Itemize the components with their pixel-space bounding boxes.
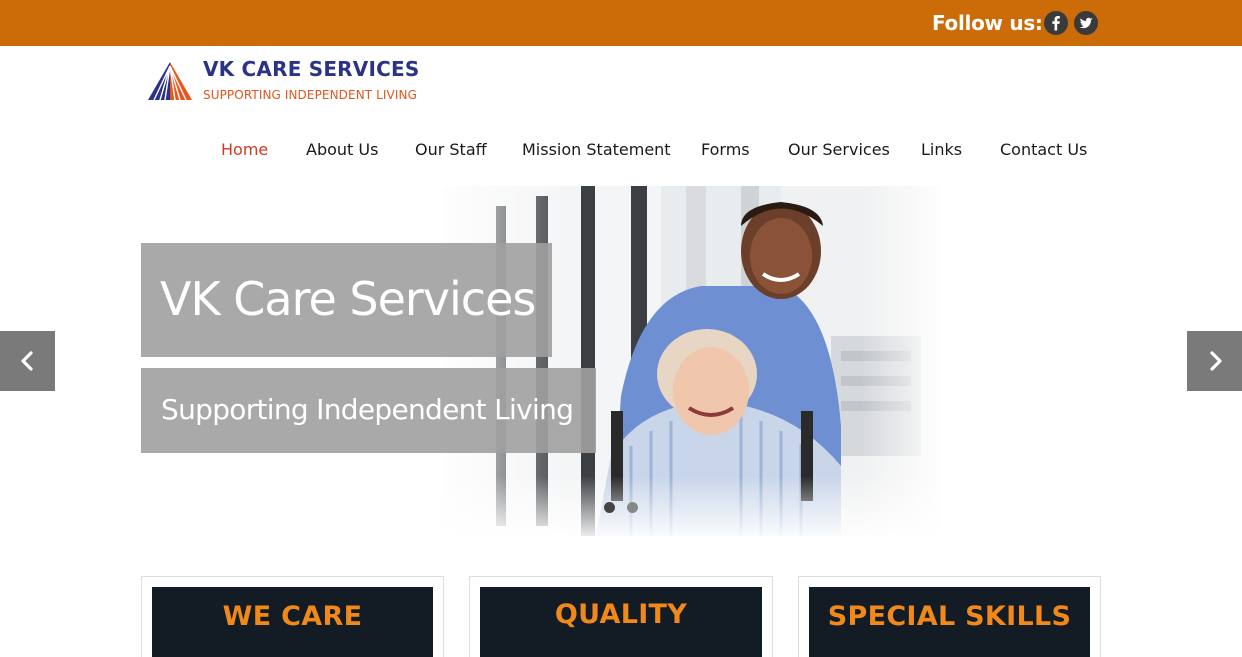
slide-indicator-2[interactable] [627,502,638,513]
slide-title: VK Care Services [160,272,536,326]
chevron-right-icon [1210,351,1222,371]
feature-banner: WE CARE [152,587,433,657]
nav-our-staff[interactable]: Our Staff [415,140,487,159]
nav-mission-statement[interactable]: Mission Statement [522,140,671,159]
top-bar: Follow us: [0,0,1242,46]
feature-title: QUALITY [554,599,688,630]
slide-subtitle: Supporting Independent Living [161,393,574,426]
nav-about-us[interactable]: About Us [306,140,378,159]
nav-forms[interactable]: Forms [701,140,750,159]
brand-name[interactable]: VK CARE SERVICES [203,57,419,81]
brand-tagline: SUPPORTING INDEPENDENT LIVING [203,88,417,102]
chevron-left-icon [21,351,33,371]
feature-card-we-care[interactable]: WE CARE [141,576,444,657]
nav-links[interactable]: Links [921,140,962,159]
follow-us-label: Follow us: [932,11,1043,35]
logo-icon[interactable] [146,60,194,102]
hero-slider [141,186,1101,536]
feature-title: WE CARE [222,601,363,632]
twitter-icon[interactable] [1074,11,1098,35]
feature-title: SPECIAL SKILLS [827,601,1072,632]
nav-our-services[interactable]: Our Services [788,140,890,159]
feature-card-special-skills[interactable]: SPECIAL SKILLS [798,576,1101,657]
hero-photo [421,186,1101,536]
slider-prev-button[interactable] [0,331,55,391]
slide-indicator-1[interactable] [604,502,615,513]
facebook-icon[interactable] [1044,11,1068,35]
nav-contact-us[interactable]: Contact Us [1000,140,1087,159]
slider-next-button[interactable] [1187,331,1242,391]
feature-banner: SPECIAL SKILLS [809,587,1090,657]
nav-home[interactable]: Home [221,140,268,159]
feature-card-quality[interactable]: QUALITY [469,576,773,657]
feature-banner: QUALITY [480,587,762,657]
